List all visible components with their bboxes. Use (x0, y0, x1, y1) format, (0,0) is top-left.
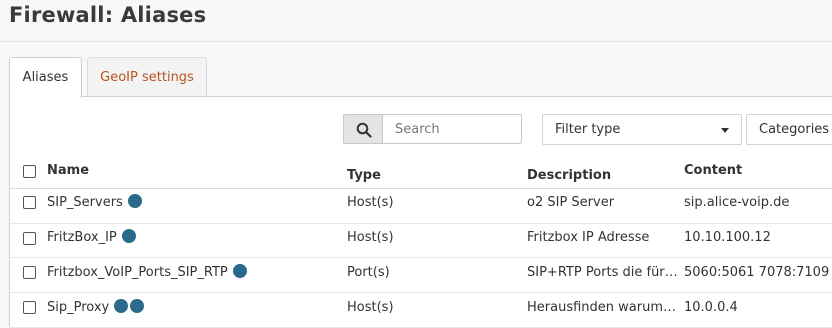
select-all-checkbox[interactable] (23, 165, 36, 178)
row-checkbox[interactable] (23, 301, 36, 314)
aliases-panel: Filter type Categories Name Type Descrip… (9, 96, 832, 328)
alias-content: 5060:5061 7078:7109 (684, 265, 830, 280)
row-checkbox[interactable] (23, 196, 36, 209)
alias-name: Sip_Proxy (47, 300, 110, 315)
info-dot-icon[interactable] (127, 194, 142, 208)
alias-type: Host(s) (347, 230, 394, 245)
alias-content: sip.alice-voip.de (684, 195, 790, 210)
row-checkbox[interactable] (23, 232, 36, 245)
info-dot-icon[interactable] (114, 299, 129, 313)
alias-name-cell: Fritzbox_VoIP_Ports_SIP_RTP (47, 258, 247, 288)
page-title: Firewall: Aliases (9, 3, 207, 27)
header-name[interactable]: Name (47, 157, 89, 185)
alias-type: Port(s) (347, 265, 390, 280)
header-type[interactable]: Type (347, 159, 381, 193)
search-icon (356, 122, 372, 138)
header-description[interactable]: Description (527, 159, 611, 193)
categories-select[interactable]: Categories (746, 114, 832, 145)
filter-type-select[interactable]: Filter type (542, 114, 742, 145)
table-row[interactable]: SIP_Servers Host(s) o2 SIP Server sip.al… (10, 189, 832, 224)
alias-type: Host(s) (347, 300, 394, 315)
alias-name-cell: SIP_Servers (47, 189, 142, 217)
table-header: Name Type Description Content (10, 157, 832, 189)
alias-description: SIP+RTP Ports die für… (527, 265, 678, 280)
alias-type: Host(s) (347, 195, 394, 210)
tab-bar: Aliases GeoIP settings (9, 57, 832, 98)
caret-down-icon (721, 128, 729, 133)
table-row[interactable]: Fritzbox_VoIP_Ports_SIP_RTP Port(s) SIP+… (10, 258, 832, 293)
alias-description: o2 SIP Server (527, 195, 615, 210)
alias-name-cell: Sip_Proxy (47, 293, 145, 323)
search-button[interactable] (343, 114, 383, 144)
alias-description: Fritzbox IP Adresse (527, 230, 650, 245)
alias-description: Herausfinden warum… (527, 300, 676, 315)
categories-label: Categories (759, 122, 830, 137)
row-checkbox[interactable] (23, 266, 36, 279)
table-row[interactable]: FritzBox_IP Host(s) Fritzbox IP Adresse … (10, 223, 832, 258)
alias-name: SIP_Servers (47, 195, 123, 210)
tab-geoip-settings[interactable]: GeoIP settings (87, 57, 207, 97)
filter-type-label: Filter type (555, 122, 621, 137)
info-dot-icon[interactable] (121, 229, 136, 243)
alias-content: 10.0.0.4 (684, 300, 738, 315)
alias-name: FritzBox_IP (47, 230, 117, 245)
alias-name-cell: FritzBox_IP (47, 223, 136, 253)
title-divider (0, 41, 832, 42)
header-content[interactable]: Content (684, 157, 742, 185)
table-row[interactable]: Sip_Proxy Host(s) Herausfinden warum… 10… (10, 293, 832, 328)
search-input[interactable] (382, 114, 522, 144)
info-dot-icon[interactable] (232, 264, 247, 278)
info-dot-icon[interactable] (130, 299, 145, 313)
alias-content: 10.10.100.12 (684, 230, 771, 245)
alias-name: Fritzbox_VoIP_Ports_SIP_RTP (47, 265, 228, 280)
tab-aliases[interactable]: Aliases (9, 57, 82, 98)
